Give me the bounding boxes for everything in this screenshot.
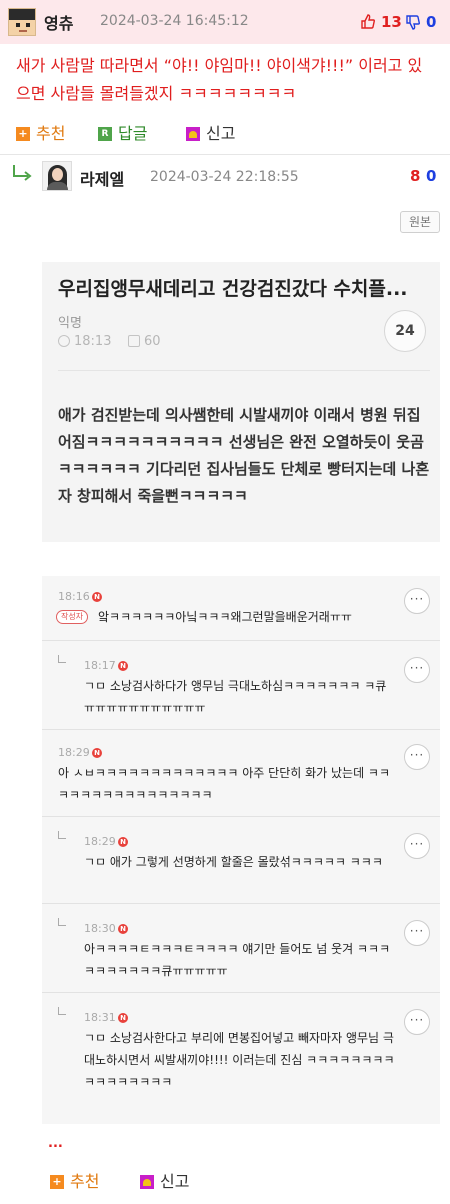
more-options-icon: ··· <box>404 1009 430 1035</box>
clock-icon <box>58 335 70 347</box>
comment-time: 18:30 <box>84 922 116 935</box>
embedded-post-body: 애가 검진받는데 의사쌤한테 시발새끼야 이래서 병원 뒤집어짐ㅋㅋㅋㅋㅋㅋㅋㅋ… <box>58 406 430 505</box>
writer-tag: 작성자 <box>56 610 89 624</box>
comment-time: 18:31 <box>84 1011 116 1024</box>
comment-time: 18:29 <box>58 746 90 759</box>
upvote-count: 13 <box>381 13 402 31</box>
report-button[interactable]: 신고 <box>140 1172 204 1192</box>
embedded-post-title: 우리집앵무새데리고 건강검진갔다 수치플... <box>58 278 408 300</box>
comment-count-badge: 24 <box>384 310 426 352</box>
comment-time: 18:29 <box>84 835 116 848</box>
reply-nickname[interactable]: 라제엘 <box>80 166 124 190</box>
recommend-button[interactable]: + 추천 <box>16 124 80 144</box>
new-badge-icon: N <box>118 924 128 934</box>
plus-icon: + <box>50 1175 64 1189</box>
reply-mark-icon <box>58 831 66 839</box>
siren-icon <box>186 127 200 141</box>
comment-date: 2024-03-24 16:45:12 <box>100 13 249 29</box>
more-indicator: ... <box>48 1136 63 1151</box>
embedded-post-time: 18:13 <box>74 334 112 349</box>
embedded-post-author: 익명 <box>58 316 82 331</box>
comment-time: 18:16 <box>58 590 90 603</box>
comment-text: 앜ㅋㅋㅋㅋㅋㅋ아닠ㅋㅋㅋ왜그런말을배운거래ㅠㅠ <box>98 610 352 624</box>
more-options-icon: ··· <box>404 744 430 770</box>
downvote-count: 0 <box>426 13 437 31</box>
view-icon <box>128 335 140 347</box>
embedded-comments: 18:16 N 작성자 앜ㅋㅋㅋㅋㅋㅋ아닠ㅋㅋㅋ왜그런말을배운거래ㅠㅠ ··· … <box>42 576 440 1124</box>
comment-text: ㄱㅁ 애가 그렇게 선명하게 할줄은 몰랐섞ㅋㅋㅋㅋㅋ ㅋㅋㅋ <box>84 855 383 869</box>
embedded-reply: 18:29 N ㄱㅁ 애가 그렇게 선명하게 할줄은 몰랐섞ㅋㅋㅋㅋㅋ ㅋㅋㅋ … <box>42 817 440 903</box>
avatar[interactable] <box>8 8 36 36</box>
comment-text: ㄱㅁ 소낭검사한다고 부리에 면봉집어넣고 빼자마자 앵무님 극대노하시면서 씨… <box>84 1031 395 1089</box>
reply-downvote-count[interactable]: 0 <box>426 167 436 185</box>
embedded-post-views: 60 <box>144 334 161 349</box>
reply-upvote-count[interactable]: 8 <box>410 167 420 185</box>
more-options-icon: ··· <box>404 920 430 946</box>
comment-text: 아ㅋㅋㅋㅋㅌㅋㅋㅋㅌㅋㅋㅋㅋ 얘기만 들어도 넘 웃겨 ㅋㅋㅋㅋㅋㅋㅋㅋㅋㅋ큐ㅠ… <box>84 942 391 978</box>
siren-icon <box>140 1175 154 1189</box>
original-image-button[interactable]: 원본 <box>400 211 440 233</box>
embedded-comment: 18:29 N 아 ㅅㅂㅋㅋㅋㅋㅋㅋㅋㅋㅋㅋㅋㅋㅋ 아주 단단히 화가 났는데 … <box>42 730 440 816</box>
plus-icon: + <box>16 127 30 141</box>
thumbs-down-icon[interactable] <box>406 15 420 30</box>
recommend-button[interactable]: + 추천 <box>50 1172 114 1192</box>
new-badge-icon: N <box>92 748 102 758</box>
new-badge-icon: N <box>92 592 102 602</box>
new-badge-icon: N <box>118 661 128 671</box>
embedded-reply: 18:31 N ㄱㅁ 소낭검사한다고 부리에 면봉집어넣고 빼자마자 앵무님 극… <box>42 993 440 1124</box>
reply-mark-icon <box>58 655 66 663</box>
reply-mark-icon <box>58 918 66 926</box>
more-options-icon: ··· <box>404 588 430 614</box>
embedded-post: 우리집앵무새데리고 건강검진갔다 수치플... 익명 18:13 60 24 애… <box>42 262 440 542</box>
comment-text: 새가 사람말 따라면서 “야!! 야임마!! 야이색갸!!!” 이러고 있으면 … <box>16 56 423 103</box>
divider <box>58 370 430 371</box>
divider <box>0 154 450 155</box>
report-button[interactable]: 신고 <box>186 124 250 144</box>
new-badge-icon: N <box>118 1013 128 1023</box>
embedded-reply: 18:17 N ㄱㅁ 소낭검사하다가 앵무님 극대노하심ㅋㅋㅋㅋㅋㅋㅋ ㅋ큐ㅠㅠ… <box>42 641 440 729</box>
reply-arrow-icon <box>13 165 32 181</box>
avatar[interactable] <box>42 161 72 191</box>
embedded-comment: 18:16 N 작성자 앜ㅋㅋㅋㅋㅋㅋ아닠ㅋㅋㅋ왜그런말을배운거래ㅠㅠ ··· <box>42 576 440 640</box>
comment-time: 18:17 <box>84 659 116 672</box>
comment-header: 영츄 2024-03-24 16:45:12 13 0 <box>0 0 450 44</box>
comment-nickname[interactable]: 영츄 <box>44 10 73 34</box>
more-options-icon: ··· <box>404 657 430 683</box>
thumbs-up-icon[interactable] <box>361 14 375 29</box>
new-badge-icon: N <box>118 837 128 847</box>
comment-text: ㄱㅁ 소낭검사하다가 앵무님 극대노하심ㅋㅋㅋㅋㅋㅋㅋ ㅋ큐ㅠㅠㅠㅠㅠㅠㅠㅠㅠㅠ… <box>84 679 387 715</box>
reply-date: 2024-03-24 22:18:55 <box>150 169 299 185</box>
reply-mark-icon <box>58 1007 66 1015</box>
reply-button[interactable]: R 답글 <box>98 124 162 144</box>
comment-text: 아 ㅅㅂㅋㅋㅋㅋㅋㅋㅋㅋㅋㅋㅋㅋㅋ 아주 단단히 화가 났는데 ㅋㅋㅋㅋㅋㅋㅋㅋ… <box>58 766 391 802</box>
more-options-icon: ··· <box>404 833 430 859</box>
embedded-reply: 18:30 N 아ㅋㅋㅋㅋㅌㅋㅋㅋㅌㅋㅋㅋㅋ 얘기만 들어도 넘 웃겨 ㅋㅋㅋㅋ… <box>42 904 440 992</box>
reply-icon: R <box>98 127 112 141</box>
